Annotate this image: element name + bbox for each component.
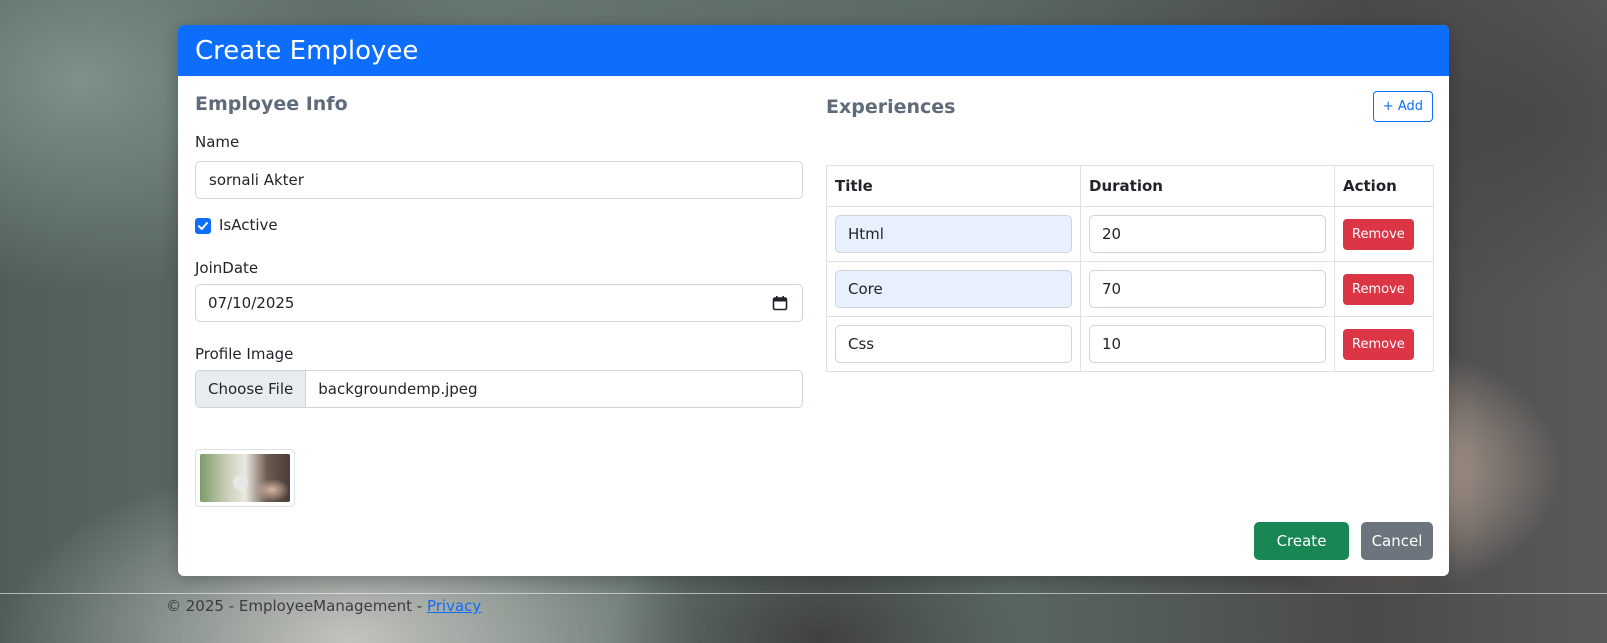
create-button[interactable]: Create: [1254, 522, 1349, 560]
is-active-checkbox[interactable]: [195, 218, 211, 234]
employee-info-section: Employee Info Name sornali Akter IsActiv…: [195, 89, 803, 509]
action-cell: Remove: [1334, 261, 1434, 317]
column-header-duration: Duration: [1080, 165, 1335, 207]
table-row: Core 70 Remove: [826, 261, 1434, 317]
join-date-label: JoinDate: [195, 259, 259, 277]
table-row: Html 20 Remove: [826, 206, 1434, 262]
experience-title-value: Html: [848, 225, 884, 243]
table-row: Css 10 Remove: [826, 316, 1434, 372]
experience-duration-input[interactable]: 10: [1089, 325, 1326, 363]
action-cell: Remove: [1334, 206, 1434, 262]
profile-image-preview: [195, 449, 295, 507]
footer-copyright: © 2025 - EmployeeManagement -: [166, 597, 427, 615]
add-experience-button[interactable]: + Add: [1372, 91, 1433, 122]
experience-title-value: Core: [848, 280, 883, 298]
experiences-table: Title Duration Action Html 20 Remove Cor…: [826, 165, 1434, 372]
employee-info-heading: Employee Info: [195, 93, 348, 115]
name-label: Name: [195, 133, 240, 151]
name-value: sornali Akter: [209, 171, 304, 189]
experience-duration-value: 20: [1102, 225, 1122, 243]
modal-header: Create Employee: [178, 25, 1449, 76]
modal-title: Create Employee: [195, 35, 419, 66]
remove-button[interactable]: Remove: [1343, 328, 1414, 360]
experience-duration-value: 10: [1102, 335, 1122, 353]
duration-cell: 10: [1080, 316, 1335, 372]
join-date-input[interactable]: 07/10/2025: [195, 284, 803, 322]
cancel-button[interactable]: Cancel: [1361, 522, 1433, 560]
experience-title-input[interactable]: Css: [835, 325, 1072, 363]
experience-duration-input[interactable]: 20: [1089, 215, 1326, 253]
calendar-icon[interactable]: [772, 295, 788, 315]
remove-button[interactable]: Remove: [1343, 218, 1414, 250]
action-cell: Remove: [1334, 316, 1434, 372]
experiences-section: Experiences + Add Title Duration Action: [826, 89, 1434, 389]
profile-thumbnail-image: [200, 454, 290, 502]
column-header-title: Title: [826, 165, 1081, 207]
experience-duration-input[interactable]: 70: [1089, 270, 1326, 308]
column-header-action: Action: [1334, 165, 1434, 207]
experiences-heading: Experiences: [826, 96, 956, 118]
name-input[interactable]: sornali Akter: [195, 161, 803, 199]
remove-button[interactable]: Remove: [1343, 273, 1414, 305]
profile-image-label: Profile Image: [195, 345, 294, 363]
create-employee-modal: Create Employee Employee Info Name sorna…: [178, 25, 1449, 576]
duration-cell: 20: [1080, 206, 1335, 262]
check-icon: [197, 220, 209, 232]
choose-file-button[interactable]: Choose File: [196, 371, 307, 407]
footer-divider: [0, 593, 1607, 594]
experience-title-input[interactable]: Html: [835, 215, 1072, 253]
title-cell: Core: [826, 261, 1081, 317]
privacy-link[interactable]: Privacy: [427, 597, 481, 615]
experience-duration-value: 70: [1102, 280, 1122, 298]
table-header-row: Title Duration Action: [826, 165, 1434, 207]
title-cell: Css: [826, 316, 1081, 372]
duration-cell: 70: [1080, 261, 1335, 317]
page-footer: © 2025 - EmployeeManagement - Privacy: [166, 596, 481, 616]
is-active-label: IsActive: [219, 216, 278, 234]
join-date-value: 07/10/2025: [208, 294, 295, 312]
file-name: backgroundemp.jpeg: [318, 380, 478, 398]
experience-title-value: Css: [848, 335, 875, 353]
profile-image-input[interactable]: Choose File backgroundemp.jpeg: [195, 370, 803, 408]
title-cell: Html: [826, 206, 1081, 262]
experience-title-input[interactable]: Core: [835, 270, 1072, 308]
